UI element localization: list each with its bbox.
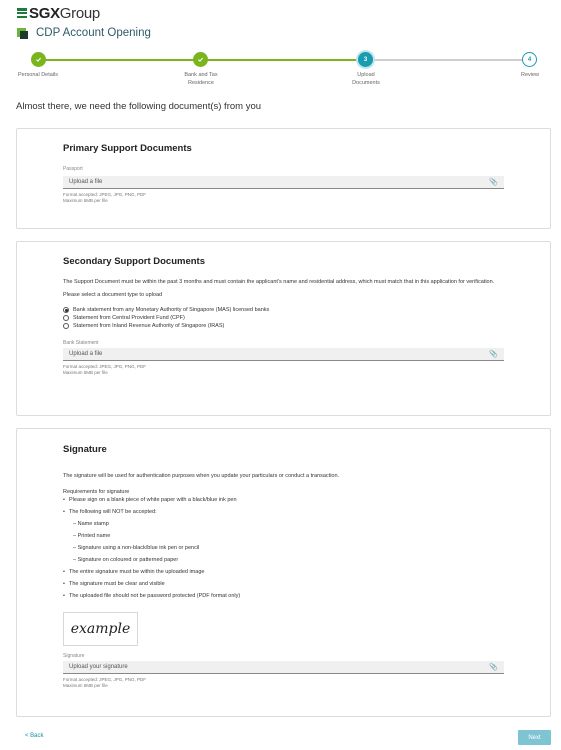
cdp-icon [17,27,28,39]
secondary-card-title: Secondary Support Documents [63,256,205,267]
signature-field-label: Signature [63,653,85,659]
passport-field-label: Passport [63,166,83,172]
signature-card: Signature The signature will be used for… [16,428,551,717]
step-4-indicator: 4 [522,52,537,67]
primary-card-title: Primary Support Documents [63,143,192,154]
signature-upload-field[interactable]: Upload your signature 📎 [63,661,504,674]
requirement-item: • The signature must be clear and visible [63,581,165,587]
bank-statement-upload-placeholder: Upload a file [69,351,103,357]
step-1-label: Personal Details [17,72,59,78]
radio-button-selected[interactable] [63,307,69,313]
requirement-item: • The following will NOT be accepted: [63,509,157,515]
step-connector [45,59,197,61]
step-3-label: Upload Documents [352,72,380,86]
requirement-item: • The uploaded file should not be passwor… [63,593,241,599]
requirement-item: • Please sign on a blank piece of white p… [63,497,237,503]
radio-label: Statement from Inland Revenue Authority … [73,323,225,329]
next-button[interactable]: Next [518,730,551,745]
paperclip-icon: 📎 [489,664,498,671]
radio-label: Statement from Central Provident Fund (C… [73,315,185,321]
not-accepted-item: – Signature using a non-black/blue ink p… [73,545,200,551]
not-accepted-item: – Printed name [73,533,111,539]
not-accepted-item: – Name stamp [73,521,109,527]
step-1-check-icon [31,52,46,67]
radio-button[interactable] [63,315,69,321]
page-intro: Almost there, we need the following docu… [16,101,262,112]
paperclip-icon: 📎 [489,179,498,186]
secondary-documents-card: Secondary Support Documents The Support … [16,241,551,416]
app-header: CDP Account Opening [17,27,151,39]
step-2-check-icon [193,52,208,67]
size-note: Maximum 5MB per file [63,197,108,203]
app-title: CDP Account Opening [36,27,151,39]
radio-button[interactable] [63,323,69,329]
paperclip-icon: 📎 [489,351,498,358]
passport-upload-field[interactable]: Upload a file 📎 [63,176,504,189]
requirement-item: • The entire signature must be within the… [63,569,205,575]
step-connector [207,59,358,61]
step-connector [372,59,522,61]
step-4-label: Review [520,72,540,78]
document-type-prompt: Please select a document type to upload [63,292,163,298]
brand-name: SGXGroup [29,5,100,22]
sgx-logo[interactable]: SGXGroup [17,4,100,22]
radio-option-iras[interactable]: Statement from Inland Revenue Authority … [63,322,504,330]
secondary-description: The Support Document must be within the … [63,279,495,285]
signature-card-title: Signature [63,444,107,455]
bank-statement-upload-field[interactable]: Upload a file 📎 [63,348,504,361]
size-note: Maximum 5MB per file [63,682,108,688]
radio-label: Bank statement from any Monetary Authori… [73,307,270,313]
brand-name-bold: SGX [29,4,60,22]
size-note: Maximum 5MB per file [63,369,108,375]
passport-upload-placeholder: Upload a file [69,179,103,185]
progress-stepper: Personal Details Bank and Tax Residence … [0,52,561,92]
sgx-logo-mark [17,8,27,18]
primary-documents-card: Primary Support Documents Passport Uploa… [16,128,551,229]
step-3-indicator: 3 [358,52,373,67]
signature-example-text: example [70,621,131,637]
radio-option-bank-statement[interactable]: Bank statement from any Monetary Authori… [63,306,504,314]
step-2-label: Bank and Tax Residence [184,72,218,86]
not-accepted-item: – Signature on coloured or patterned pap… [73,557,179,563]
radio-option-cpf[interactable]: Statement from Central Provident Fund (C… [63,314,504,322]
signature-description: The signature will be used for authentic… [63,473,340,479]
signature-upload-placeholder: Upload your signature [69,664,128,670]
signature-example-image: example [63,612,138,646]
brand-name-rest: Group [59,4,101,22]
bank-statement-field-label: Bank Statement [63,340,99,346]
back-link[interactable]: < Back [25,733,44,739]
